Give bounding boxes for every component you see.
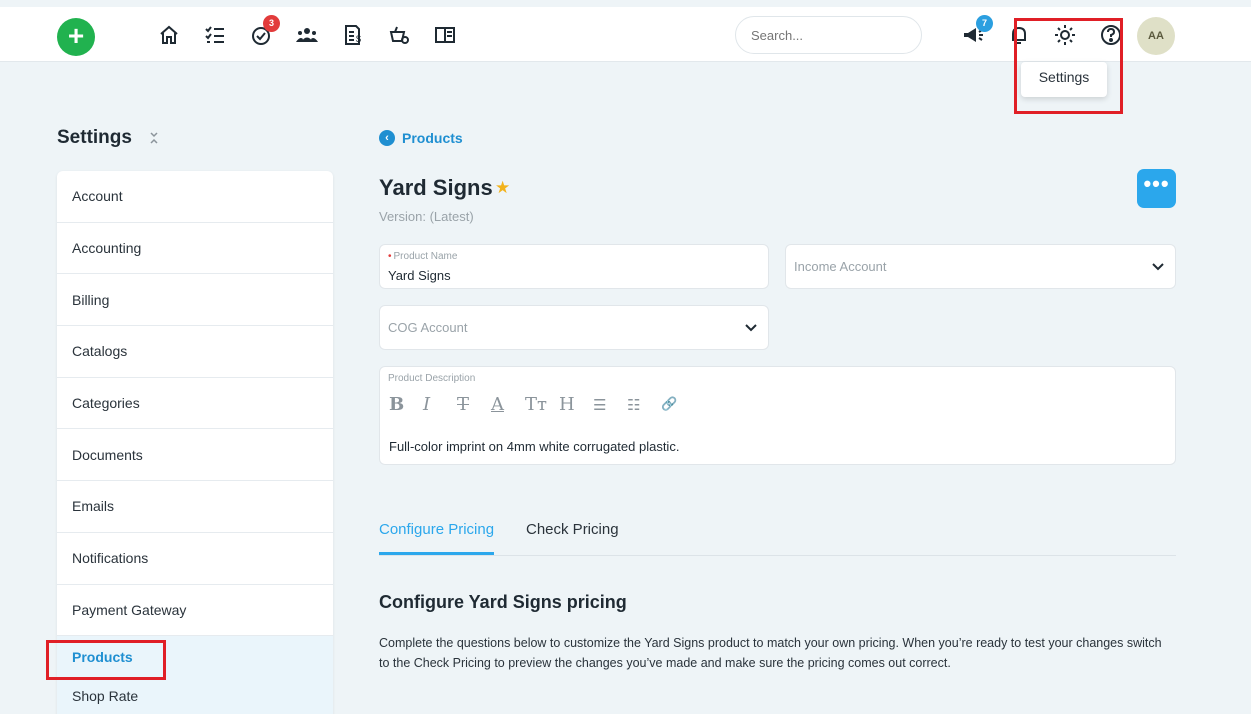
sidebar-item-account[interactable]: Account <box>57 171 333 223</box>
section-description: Complete the questions below to customiz… <box>379 636 1162 670</box>
product-description-label: Product Description <box>388 373 476 384</box>
sidebar-item-payment-gateway[interactable]: Payment Gateway <box>57 585 333 637</box>
sidebar-item-notifications[interactable]: Notifications <box>57 533 333 585</box>
chevron-down-icon <box>745 324 757 332</box>
more-options-button[interactable]: ••• <box>1137 169 1176 208</box>
invoice-icon[interactable]: $ <box>342 24 364 46</box>
font-size-icon[interactable]: Tт <box>525 395 559 415</box>
product-name-label: • Product Name <box>388 251 458 262</box>
svg-text:$: $ <box>356 34 361 44</box>
page-title: Yard Signs <box>379 175 493 200</box>
products-icon[interactable] <box>388 24 410 46</box>
add-new-button[interactable]: + <box>57 18 95 56</box>
sidebar-item-documents[interactable]: Documents <box>57 429 333 482</box>
strikethrough-icon[interactable]: T <box>457 395 491 415</box>
version-label: Version: (Latest) <box>379 209 474 224</box>
list-icon[interactable] <box>204 24 226 46</box>
collapse-icon[interactable] <box>148 131 160 145</box>
user-avatar[interactable]: AA <box>1137 17 1175 55</box>
products-highlight-box <box>46 640 166 680</box>
tab-check-pricing[interactable]: Check Pricing <box>526 521 619 538</box>
team-icon[interactable] <box>296 24 318 46</box>
tasks-badge: 3 <box>263 15 280 32</box>
cog-account-placeholder: COG Account <box>388 320 468 335</box>
star-icon[interactable]: ★ <box>495 178 510 198</box>
pricing-tabs: Configure Pricing Check Pricing <box>379 519 1176 556</box>
tab-configure-pricing[interactable]: Configure Pricing <box>379 521 495 555</box>
sidebar-item-accounting[interactable]: Accounting <box>57 223 333 275</box>
sidebar-item-billing[interactable]: Billing <box>57 274 333 327</box>
bold-icon[interactable]: B <box>389 395 423 415</box>
settings-sidebar: Account Accounting Billing Catalogs Cate… <box>57 171 333 714</box>
breadcrumb[interactable]: ‹ Products <box>379 130 463 146</box>
cog-account-select[interactable]: COG Account <box>379 305 769 350</box>
settings-highlight-box <box>1014 18 1123 114</box>
search-input[interactable] <box>735 16 922 54</box>
income-account-select[interactable]: Income Account <box>785 244 1176 289</box>
section-title: Configure Yard Signs pricing <box>379 592 627 612</box>
home-icon[interactable] <box>158 24 180 46</box>
sidebar-item-categories[interactable]: Categories <box>57 378 333 430</box>
chevron-down-icon <box>1152 263 1164 271</box>
numbered-list-icon[interactable]: ☷ <box>627 395 661 415</box>
sidebar-item-shop-rate[interactable]: Shop Rate <box>57 678 333 714</box>
breadcrumb-products[interactable]: Products <box>402 130 463 146</box>
product-name-value[interactable]: Yard Signs <box>388 268 451 283</box>
italic-icon[interactable]: I <box>423 395 457 415</box>
back-arrow-icon: ‹ <box>379 130 395 146</box>
bullet-list-icon[interactable]: ☰ <box>593 395 627 415</box>
sidebar-item-catalogs[interactable]: Catalogs <box>57 326 333 378</box>
link-icon[interactable]: 🔗 <box>661 395 695 415</box>
description-text[interactable]: Full-color imprint on 4mm white corrugat… <box>389 439 679 454</box>
book-icon[interactable] <box>434 24 456 46</box>
heading-icon[interactable]: H <box>559 395 593 415</box>
sidebar-item-emails[interactable]: Emails <box>57 481 333 533</box>
settings-title: Settings <box>57 127 132 148</box>
font-color-icon[interactable]: A <box>491 395 525 415</box>
editor-toolbar: B I T A Tт H ☰ ☷ 🔗 <box>389 395 695 415</box>
announcements-badge: 7 <box>976 15 993 32</box>
product-name-field[interactable]: • Product Name Yard Signs <box>379 244 769 289</box>
income-account-placeholder: Income Account <box>794 259 887 274</box>
